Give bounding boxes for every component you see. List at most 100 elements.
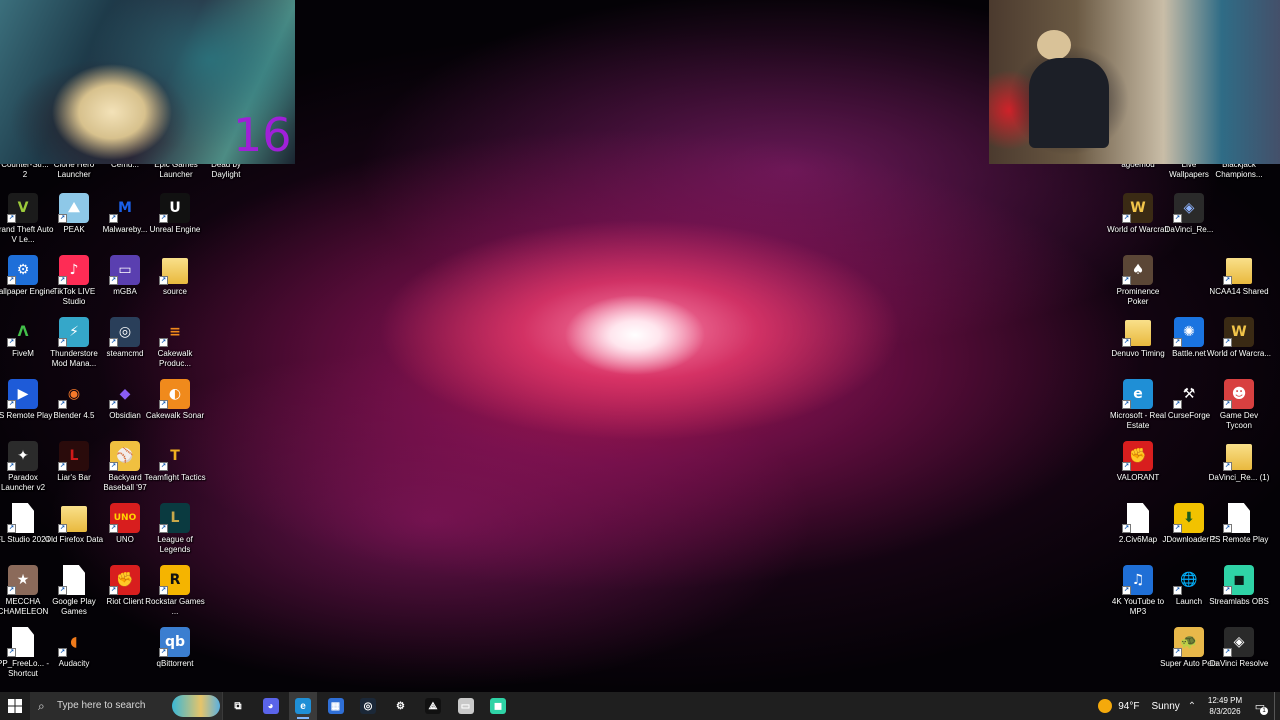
desktop-icon-ms-real-estate[interactable]: e ↗ Microsoft - Real Estate bbox=[1110, 378, 1166, 440]
desktop-icon-google-play-games[interactable]: ↗ Google Play Games bbox=[48, 564, 100, 626]
desktop-icon-prominence-poker[interactable]: ♠ ↗ Prominence Poker bbox=[1112, 254, 1164, 316]
icon-label: qBittorrent bbox=[156, 659, 194, 668]
search-icon: ⌕ bbox=[38, 699, 45, 713]
desktop-icon-jdownloader[interactable]: ⬇ ↗ JDownloader 2 bbox=[1162, 502, 1216, 564]
desktop-icon-cakewalk-sonar[interactable]: ◐ ↗ Cakewalk Sonar bbox=[146, 378, 204, 440]
chevron-up-icon[interactable]: ⌃ bbox=[1184, 692, 1200, 720]
icon-label: DaVinci_Re... (1) bbox=[1208, 473, 1270, 482]
shortcut-arrow-icon: ↗ bbox=[1223, 276, 1232, 285]
shortcut-arrow-icon: ↗ bbox=[159, 648, 168, 657]
clock-date: 8/3/2026 bbox=[1209, 707, 1241, 716]
sun-icon bbox=[1098, 699, 1113, 713]
clock[interactable]: 12:49 PM 8/3/2026 bbox=[1200, 692, 1250, 720]
shortcut-arrow-icon: ↗ bbox=[109, 338, 118, 347]
notification-badge: 1 bbox=[1260, 707, 1268, 715]
desktop-icon-valorant[interactable]: ✊ ↗ VALORANT bbox=[1112, 440, 1164, 502]
shortcut-arrow-icon: ↗ bbox=[159, 214, 168, 223]
taskbar-app-discord-like[interactable]: ◕ bbox=[257, 692, 285, 720]
desktop-icon-super-auto-pets[interactable]: 🐢 ↗ Super Auto Pets bbox=[1160, 626, 1218, 688]
razer-icon: ⟁ bbox=[425, 698, 441, 714]
taskbar-app-streamlabs[interactable]: ◼ bbox=[484, 692, 512, 720]
shortcut-arrow-icon: ↗ bbox=[1122, 214, 1131, 223]
taskbar-app-settings[interactable]: ⚙ bbox=[387, 692, 415, 720]
search-highlight-image bbox=[172, 695, 220, 717]
shortcut-arrow-icon: ↗ bbox=[58, 586, 67, 595]
desktop-icon-davinci-re[interactable]: ◈ ↗ DaVinci_Re... bbox=[1163, 192, 1215, 254]
desktop-icon-wow-2[interactable]: W ↗ World of Warcra... bbox=[1207, 316, 1271, 378]
desktop-icon-pp-freelo[interactable]: ↗ PP_FreeLo... - Shortcut bbox=[0, 626, 49, 688]
desktop-icon-cakewalk-product[interactable]: ≡ ↗ Cakewalk Produc... bbox=[149, 316, 201, 378]
settings-icon: ⚙ bbox=[396, 700, 405, 712]
shortcut-arrow-icon: ↗ bbox=[7, 276, 16, 285]
shortcut-arrow-icon: ↗ bbox=[1122, 400, 1131, 409]
desktop-icon-launch[interactable]: 🌐 ↗ Launch bbox=[1163, 564, 1215, 626]
notification-button[interactable]: ▭ 1 bbox=[1250, 692, 1270, 720]
taskbar-app-razer[interactable]: ⟁ bbox=[419, 692, 447, 720]
desktop-icon-fl-studio[interactable]: ↗ FL Studio 2024 bbox=[0, 502, 50, 564]
windows-icon bbox=[8, 699, 22, 713]
desktop-icon-game-dev-tycoon[interactable]: ☻ ↗ Game Dev Tycoon bbox=[1213, 378, 1265, 440]
desktop-icon-paradox[interactable]: ✦ ↗ Paradox Launcher v2 bbox=[0, 440, 49, 502]
desktop-icon-civ6map[interactable]: ↗ 2.Civ6Map bbox=[1112, 502, 1164, 564]
taskbar-app-store[interactable]: ▦ bbox=[322, 692, 350, 720]
counter-overlay-text: 16 bbox=[233, 108, 292, 162]
desktop-icon-wow-1[interactable]: W ↗ World of Warcraft bbox=[1107, 192, 1169, 254]
desktop-icon-obsidian[interactable]: ◆ ↗ Obsidian bbox=[99, 378, 151, 440]
desktop-icon-streamlabs[interactable]: ◼ ↗ Streamlabs OBS bbox=[1209, 564, 1269, 626]
shortcut-arrow-icon: ↗ bbox=[109, 400, 118, 409]
icon-label: Unreal Engine bbox=[149, 225, 201, 234]
desktop-icon-lol[interactable]: L ↗ League of Legends bbox=[149, 502, 201, 564]
desktop-icon-malwarebytes[interactable]: M ↗ Malwareby... bbox=[99, 192, 151, 254]
desktop-icon-battlenet[interactable]: ✺ ↗ Battle.net bbox=[1163, 316, 1215, 378]
desktop-icon-backyard-baseball[interactable]: ⚾ ↗ Backyard Baseball '97 bbox=[99, 440, 151, 502]
shortcut-arrow-icon: ↗ bbox=[7, 462, 16, 471]
shortcut-arrow-icon: ↗ bbox=[1122, 586, 1131, 595]
store-icon: ▦ bbox=[327, 698, 344, 714]
start-button[interactable] bbox=[0, 692, 30, 720]
desktop-icon-audacity[interactable]: ◖ ↗ Audacity bbox=[48, 626, 100, 688]
shortcut-arrow-icon: ↗ bbox=[58, 400, 67, 409]
taskbar-app-task-view[interactable]: ⧉ bbox=[224, 692, 252, 720]
weather-widget[interactable]: 94°F Sunny bbox=[1098, 692, 1180, 720]
icon-label: DaVinci_Re... bbox=[1164, 225, 1214, 234]
desktop-icon-source[interactable]: ↗ source bbox=[149, 254, 201, 316]
desktop-icon-mgba[interactable]: ▭ ↗ mGBA bbox=[99, 254, 151, 316]
shortcut-arrow-icon: ↗ bbox=[1122, 524, 1131, 533]
weather-temp: 94°F bbox=[1118, 700, 1140, 712]
desktop-icon-rockstar[interactable]: R ↗ Rockstar Games ... bbox=[145, 564, 205, 626]
desktop-icon-old-firefox[interactable]: ↗ Old Firefox Data bbox=[45, 502, 103, 564]
show-desktop-button[interactable] bbox=[1274, 692, 1280, 720]
discord-like-icon: ◕ bbox=[262, 698, 279, 714]
desktop-icon-ps-remote-play[interactable]: ▶↗PS Remote Play bbox=[0, 378, 52, 440]
shortcut-arrow-icon: ↗ bbox=[1223, 524, 1232, 533]
shortcut-arrow-icon: ↗ bbox=[109, 462, 118, 471]
desktop-icon-blender[interactable]: ◉ ↗ Blender 4.5 bbox=[48, 378, 100, 440]
desktop-icon-davinci-resolve[interactable]: ◈ ↗ DaVinci Resolve bbox=[1210, 626, 1268, 688]
desktop-icon-gta[interactable]: V↗Grand Theft Auto V Le... bbox=[0, 192, 53, 254]
desktop-icon-denuvo[interactable]: ↗ Denuvo Timing bbox=[1111, 316, 1165, 378]
taskbar-app-file-explorer[interactable]: ▭ bbox=[452, 692, 480, 720]
weather-desc: Sunny bbox=[1151, 700, 1180, 712]
edge-icon: e bbox=[295, 698, 311, 714]
shortcut-arrow-icon: ↗ bbox=[1223, 648, 1232, 657]
desktop-icon-thunderstore[interactable]: ⚡ ↗ Thunderstore Mod Mana... bbox=[48, 316, 100, 378]
webcam-person-head bbox=[1037, 30, 1071, 60]
shortcut-arrow-icon: ↗ bbox=[159, 276, 168, 285]
desktop-icon-peak[interactable]: ⛰ ↗ PEAK bbox=[48, 192, 100, 254]
taskbar-app-steam[interactable]: ◎ bbox=[354, 692, 382, 720]
shortcut-arrow-icon: ↗ bbox=[58, 338, 67, 347]
desktop-icon-ps-remote-play-2[interactable]: ↗ PS Remote Play bbox=[1210, 502, 1268, 564]
shortcut-arrow-icon: ↗ bbox=[58, 214, 67, 223]
desktop[interactable]: Counter-Str... 2 Clone Hero Launcher Cem… bbox=[0, 0, 1280, 692]
desktop-icon-unreal[interactable]: U ↗ Unreal Engine bbox=[149, 192, 201, 254]
desktop-icon-4k-youtube[interactable]: ♫ ↗ 4K YouTube to MP3 bbox=[1112, 564, 1164, 626]
search-box[interactable]: ⌕ Type here to search bbox=[30, 692, 223, 720]
desktop-icon-davinci-re-1[interactable]: ↗ DaVinci_Re... (1) bbox=[1209, 440, 1269, 502]
taskbar-app-edge[interactable]: e bbox=[289, 692, 317, 720]
desktop-icon-ncaa14[interactable]: ↗ NCAA14 Shared bbox=[1209, 254, 1269, 316]
desktop-icon-qbittorrent[interactable]: qb ↗ qBittorrent bbox=[149, 626, 201, 688]
desktop-icon-tiktok-live[interactable]: ♪ ↗ TikTok LIVE Studio bbox=[48, 254, 100, 316]
shortcut-arrow-icon: ↗ bbox=[1173, 586, 1182, 595]
icon-label: PS Remote Play bbox=[1209, 535, 1269, 544]
desktop-icon-tft[interactable]: T ↗ Teamfight Tactics bbox=[144, 440, 205, 502]
